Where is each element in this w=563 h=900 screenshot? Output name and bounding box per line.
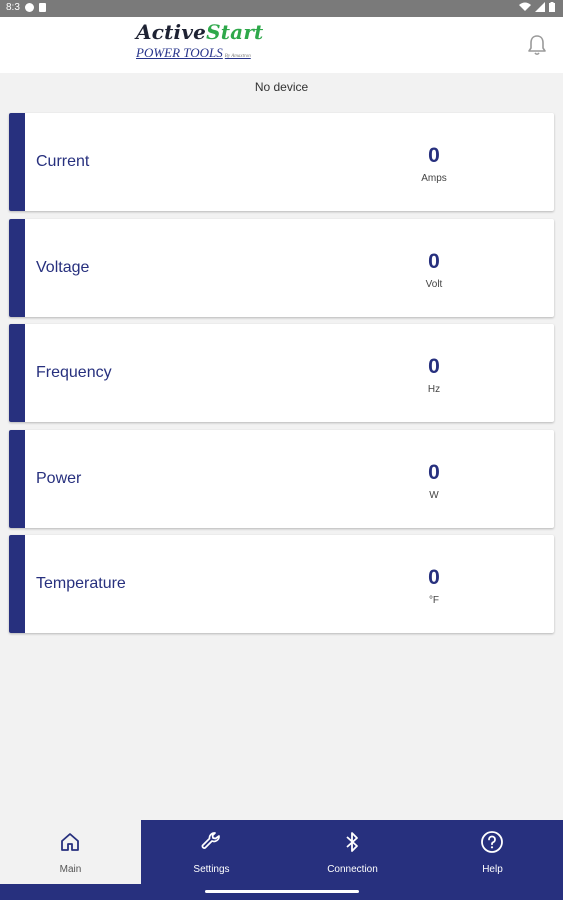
brand-logo: ActiveStart POWER TOOLS By Amaxtron (136, 21, 264, 64)
metric-card-power[interactable]: Power 0 W (9, 430, 554, 528)
gesture-bar (205, 890, 359, 893)
metric-label: Frequency (36, 364, 112, 381)
metric-value: 0 (428, 355, 440, 378)
nav-help[interactable]: Help (422, 820, 563, 884)
bell-icon[interactable] (525, 33, 549, 57)
device-status: No device (254, 80, 309, 94)
brand-title: ActiveStart (136, 21, 264, 43)
card-accent-bar (9, 324, 25, 422)
card-accent-bar (9, 113, 25, 211)
status-time: 8:3 (6, 2, 20, 13)
metric-label: Current (36, 153, 90, 170)
brand-subtitle-text: POWER TOOLS (136, 45, 223, 60)
metric-value: 0 (428, 566, 440, 589)
sim-card-icon (38, 3, 46, 12)
metric-value: 0 (428, 250, 440, 273)
home-icon (61, 833, 79, 851)
help-icon (481, 831, 503, 853)
card-accent-bar (9, 535, 25, 633)
metric-unit: Amps (421, 173, 447, 184)
brand-subtitle: POWER TOOLS By Amaxtron (136, 46, 264, 64)
metric-value: 0 (428, 144, 440, 167)
wifi-icon (519, 2, 531, 11)
metric-card-current[interactable]: Current 0 Amps (9, 113, 554, 211)
bluetooth-icon (346, 832, 358, 852)
metric-unit: °F (428, 595, 440, 606)
brand-tagline: By Amaxtron (224, 54, 251, 59)
card-accent-bar (9, 219, 25, 317)
metric-value: 0 (428, 461, 440, 484)
card-accent-bar (9, 430, 25, 528)
nav-settings[interactable]: Settings (141, 820, 282, 884)
nav-help-label: Help (482, 864, 503, 875)
metric-label: Power (36, 470, 82, 487)
nav-main[interactable]: Main (0, 820, 141, 884)
bottom-navigation: Main Settings Connection Help (0, 820, 563, 900)
brand-title-part1: Active (136, 20, 207, 44)
metric-unit: W (429, 490, 439, 501)
signal-icon (535, 2, 545, 12)
nav-connection[interactable]: Connection (282, 820, 423, 884)
nav-settings-label: Settings (193, 864, 230, 875)
brand-title-part2: Start (206, 20, 264, 44)
metric-card-voltage[interactable]: Voltage 0 Volt (9, 219, 554, 317)
notification-icon (24, 3, 34, 12)
battery-icon (549, 2, 555, 12)
metric-card-frequency[interactable]: Frequency 0 Hz (9, 324, 554, 422)
metric-unit: Volt (425, 279, 443, 290)
metric-unit: Hz (427, 384, 441, 395)
status-bar: 8:3 (0, 0, 563, 17)
nav-connection-label: Connection (327, 864, 378, 875)
app-bar: ActiveStart POWER TOOLS By Amaxtron (0, 17, 563, 73)
metric-label: Temperature (36, 575, 126, 592)
nav-main-label: Main (59, 864, 82, 875)
metric-label: Voltage (36, 259, 90, 276)
metric-card-temperature[interactable]: Temperature 0 °F (9, 535, 554, 633)
wrench-icon (201, 832, 220, 849)
